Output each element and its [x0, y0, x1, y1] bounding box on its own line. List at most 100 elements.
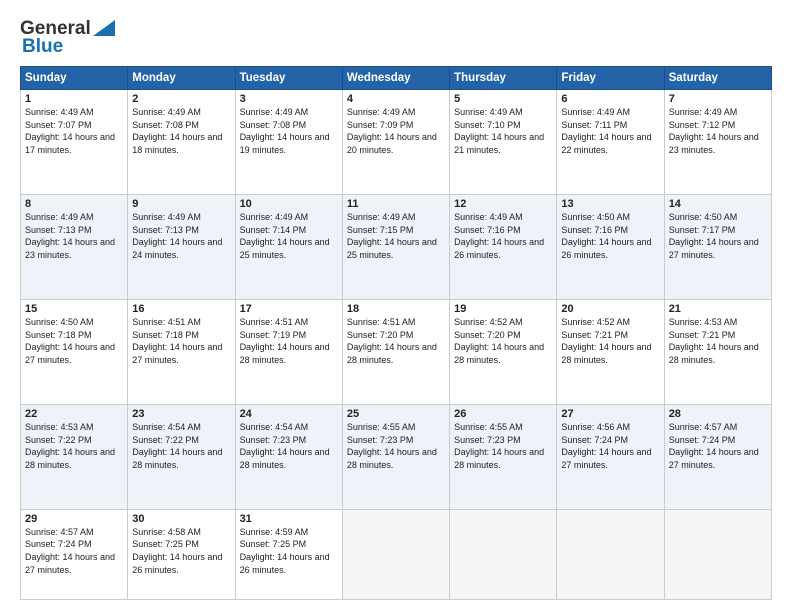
calendar-cell: 20Sunrise: 4:52 AMSunset: 7:21 PMDayligh… — [557, 299, 664, 404]
day-daylight: Daylight: 14 hours and 27 minutes. — [669, 237, 759, 260]
day-sunset: Sunset: 7:08 PM — [132, 120, 199, 130]
col-header-sunday: Sunday — [21, 67, 128, 90]
day-sunrise: Sunrise: 4:55 AM — [454, 422, 523, 432]
col-header-monday: Monday — [128, 67, 235, 90]
calendar-cell: 19Sunrise: 4:52 AMSunset: 7:20 PMDayligh… — [450, 299, 557, 404]
col-header-wednesday: Wednesday — [342, 67, 449, 90]
calendar-cell: 22 Sunrise: 4:53 AM Sunset: 7:22 PM Dayligh… — [21, 404, 128, 509]
day-sunrise: Sunrise: 4:50 AM — [669, 212, 738, 222]
day-number: 29 — [25, 513, 123, 525]
calendar-cell: 21Sunrise: 4:53 AMSunset: 7:21 PMDayligh… — [664, 299, 771, 404]
logo-blue: Blue — [22, 36, 63, 58]
day-sunset: Sunset: 7:22 PM — [132, 435, 199, 445]
day-daylight: Daylight: 14 hours and 20 minutes. — [347, 132, 437, 155]
calendar-cell: 15Sunrise: 4:50 AMSunset: 7:18 PMDayligh… — [21, 299, 128, 404]
page: General Blue SundayMondayTuesdayWednesda… — [0, 0, 792, 612]
calendar-week-5: 29 Sunrise: 4:57 AM Sunset: 7:24 PM Dayligh… — [21, 509, 772, 599]
col-header-saturday: Saturday — [664, 67, 771, 90]
day-sunrise: Sunrise: 4:49 AM — [240, 107, 309, 117]
day-sunrise: Sunrise: 4:53 AM — [25, 422, 94, 432]
day-sunrise: Sunrise: 4:50 AM — [25, 317, 94, 327]
col-header-thursday: Thursday — [450, 67, 557, 90]
day-sunrise: Sunrise: 4:57 AM — [25, 527, 94, 537]
col-header-tuesday: Tuesday — [235, 67, 342, 90]
day-number: 31 — [240, 513, 338, 525]
day-sunset: Sunset: 7:24 PM — [25, 539, 92, 549]
day-number: 17 — [240, 303, 338, 315]
day-sunset: Sunset: 7:21 PM — [561, 330, 628, 340]
day-sunrise: Sunrise: 4:55 AM — [347, 422, 416, 432]
calendar-table: SundayMondayTuesdayWednesdayThursdayFrid… — [20, 66, 772, 600]
day-sunset: Sunset: 7:12 PM — [669, 120, 736, 130]
calendar-cell: 23Sunrise: 4:54 AMSunset: 7:22 PMDayligh… — [128, 404, 235, 509]
day-daylight: Daylight: 14 hours and 26 minutes. — [454, 237, 544, 260]
day-sunset: Sunset: 7:10 PM — [454, 120, 521, 130]
day-daylight: Daylight: 14 hours and 17 minutes. — [25, 132, 115, 155]
calendar-cell: 5 Sunrise: 4:49 AM Sunset: 7:10 PM Daylight… — [450, 90, 557, 195]
calendar-cell — [557, 509, 664, 599]
day-sunset: Sunset: 7:16 PM — [561, 225, 628, 235]
day-sunset: Sunset: 7:11 PM — [561, 120, 627, 130]
day-daylight: Daylight: 14 hours and 21 minutes. — [454, 132, 544, 155]
day-number: 30 — [132, 513, 230, 525]
day-daylight: Daylight: 14 hours and 28 minutes. — [25, 447, 115, 470]
day-sunset: Sunset: 7:14 PM — [240, 225, 307, 235]
day-number: 24 — [240, 408, 338, 420]
day-sunrise: Sunrise: 4:50 AM — [561, 212, 630, 222]
day-sunset: Sunset: 7:17 PM — [669, 225, 736, 235]
calendar-cell: 25Sunrise: 4:55 AMSunset: 7:23 PMDayligh… — [342, 404, 449, 509]
calendar-header-row: SundayMondayTuesdayWednesdayThursdayFrid… — [21, 67, 772, 90]
day-daylight: Daylight: 14 hours and 26 minutes. — [132, 552, 222, 575]
day-daylight: Daylight: 14 hours and 28 minutes. — [240, 342, 330, 365]
calendar-cell: 14Sunrise: 4:50 AMSunset: 7:17 PMDayligh… — [664, 194, 771, 299]
day-number: 2 — [132, 93, 230, 105]
day-daylight: Daylight: 14 hours and 23 minutes. — [25, 237, 115, 260]
logo: General Blue — [20, 18, 115, 58]
day-daylight: Daylight: 14 hours and 27 minutes. — [561, 447, 651, 470]
day-sunrise: Sunrise: 4:56 AM — [561, 422, 630, 432]
day-number: 21 — [669, 303, 767, 315]
day-daylight: Daylight: 14 hours and 27 minutes. — [669, 447, 759, 470]
day-sunrise: Sunrise: 4:49 AM — [132, 212, 201, 222]
day-number: 3 — [240, 93, 338, 105]
col-header-friday: Friday — [557, 67, 664, 90]
day-sunrise: Sunrise: 4:53 AM — [669, 317, 738, 327]
calendar-cell: 17Sunrise: 4:51 AMSunset: 7:19 PMDayligh… — [235, 299, 342, 404]
day-sunrise: Sunrise: 4:51 AM — [132, 317, 201, 327]
calendar-week-2: 8Sunrise: 4:49 AMSunset: 7:13 PMDaylight… — [21, 194, 772, 299]
calendar-cell: 1Sunrise: 4:49 AMSunset: 7:07 PMDaylight… — [21, 90, 128, 195]
calendar-cell: 31Sunrise: 4:59 AMSunset: 7:25 PMDayligh… — [235, 509, 342, 599]
calendar-cell: 3Sunrise: 4:49 AMSunset: 7:08 PMDaylight… — [235, 90, 342, 195]
day-sunset: Sunset: 7:16 PM — [454, 225, 521, 235]
day-daylight: Daylight: 14 hours and 25 minutes. — [240, 237, 330, 260]
day-sunset: Sunset: 7:25 PM — [132, 539, 199, 549]
day-number: 13 — [561, 198, 659, 210]
day-sunrise: Sunrise: 4:57 AM — [669, 422, 738, 432]
calendar-cell: 11Sunrise: 4:49 AMSunset: 7:15 PMDayligh… — [342, 194, 449, 299]
calendar-cell: 12Sunrise: 4:49 AMSunset: 7:16 PMDayligh… — [450, 194, 557, 299]
day-daylight: Daylight: 14 hours and 28 minutes. — [347, 447, 437, 470]
day-sunrise: Sunrise: 4:51 AM — [347, 317, 416, 327]
calendar-cell: 6Sunrise: 4:49 AMSunset: 7:11 PMDaylight… — [557, 90, 664, 195]
day-daylight: Daylight: 14 hours and 25 minutes. — [347, 237, 437, 260]
day-number: 27 — [561, 408, 659, 420]
day-daylight: Daylight: 14 hours and 28 minutes. — [669, 342, 759, 365]
day-daylight: Daylight: 14 hours and 27 minutes. — [25, 342, 115, 365]
day-sunset: Sunset: 7:20 PM — [454, 330, 521, 340]
day-number: 25 — [347, 408, 445, 420]
day-number: 15 — [25, 303, 123, 315]
day-number: 5 — [454, 93, 552, 105]
day-sunset: Sunset: 7:08 PM — [240, 120, 307, 130]
day-sunset: Sunset: 7:15 PM — [347, 225, 414, 235]
calendar-cell: 27Sunrise: 4:56 AMSunset: 7:24 PMDayligh… — [557, 404, 664, 509]
day-sunset: Sunset: 7:25 PM — [240, 539, 307, 549]
calendar-cell: 29Sunrise: 4:57 AMSunset: 7:24 PMDayligh… — [21, 509, 128, 599]
day-daylight: Daylight: 14 hours and 28 minutes. — [454, 342, 544, 365]
day-sunrise: Sunrise: 4:58 AM — [132, 527, 201, 537]
day-number: 22 — [25, 408, 123, 420]
day-sunrise: Sunrise: 4:49 AM — [454, 107, 523, 117]
calendar-cell: 10Sunrise: 4:49 AMSunset: 7:14 PMDayligh… — [235, 194, 342, 299]
day-sunrise: Sunrise: 4:52 AM — [454, 317, 523, 327]
day-sunset: Sunset: 7:22 PM — [25, 435, 92, 445]
day-number: 23 — [132, 408, 230, 420]
